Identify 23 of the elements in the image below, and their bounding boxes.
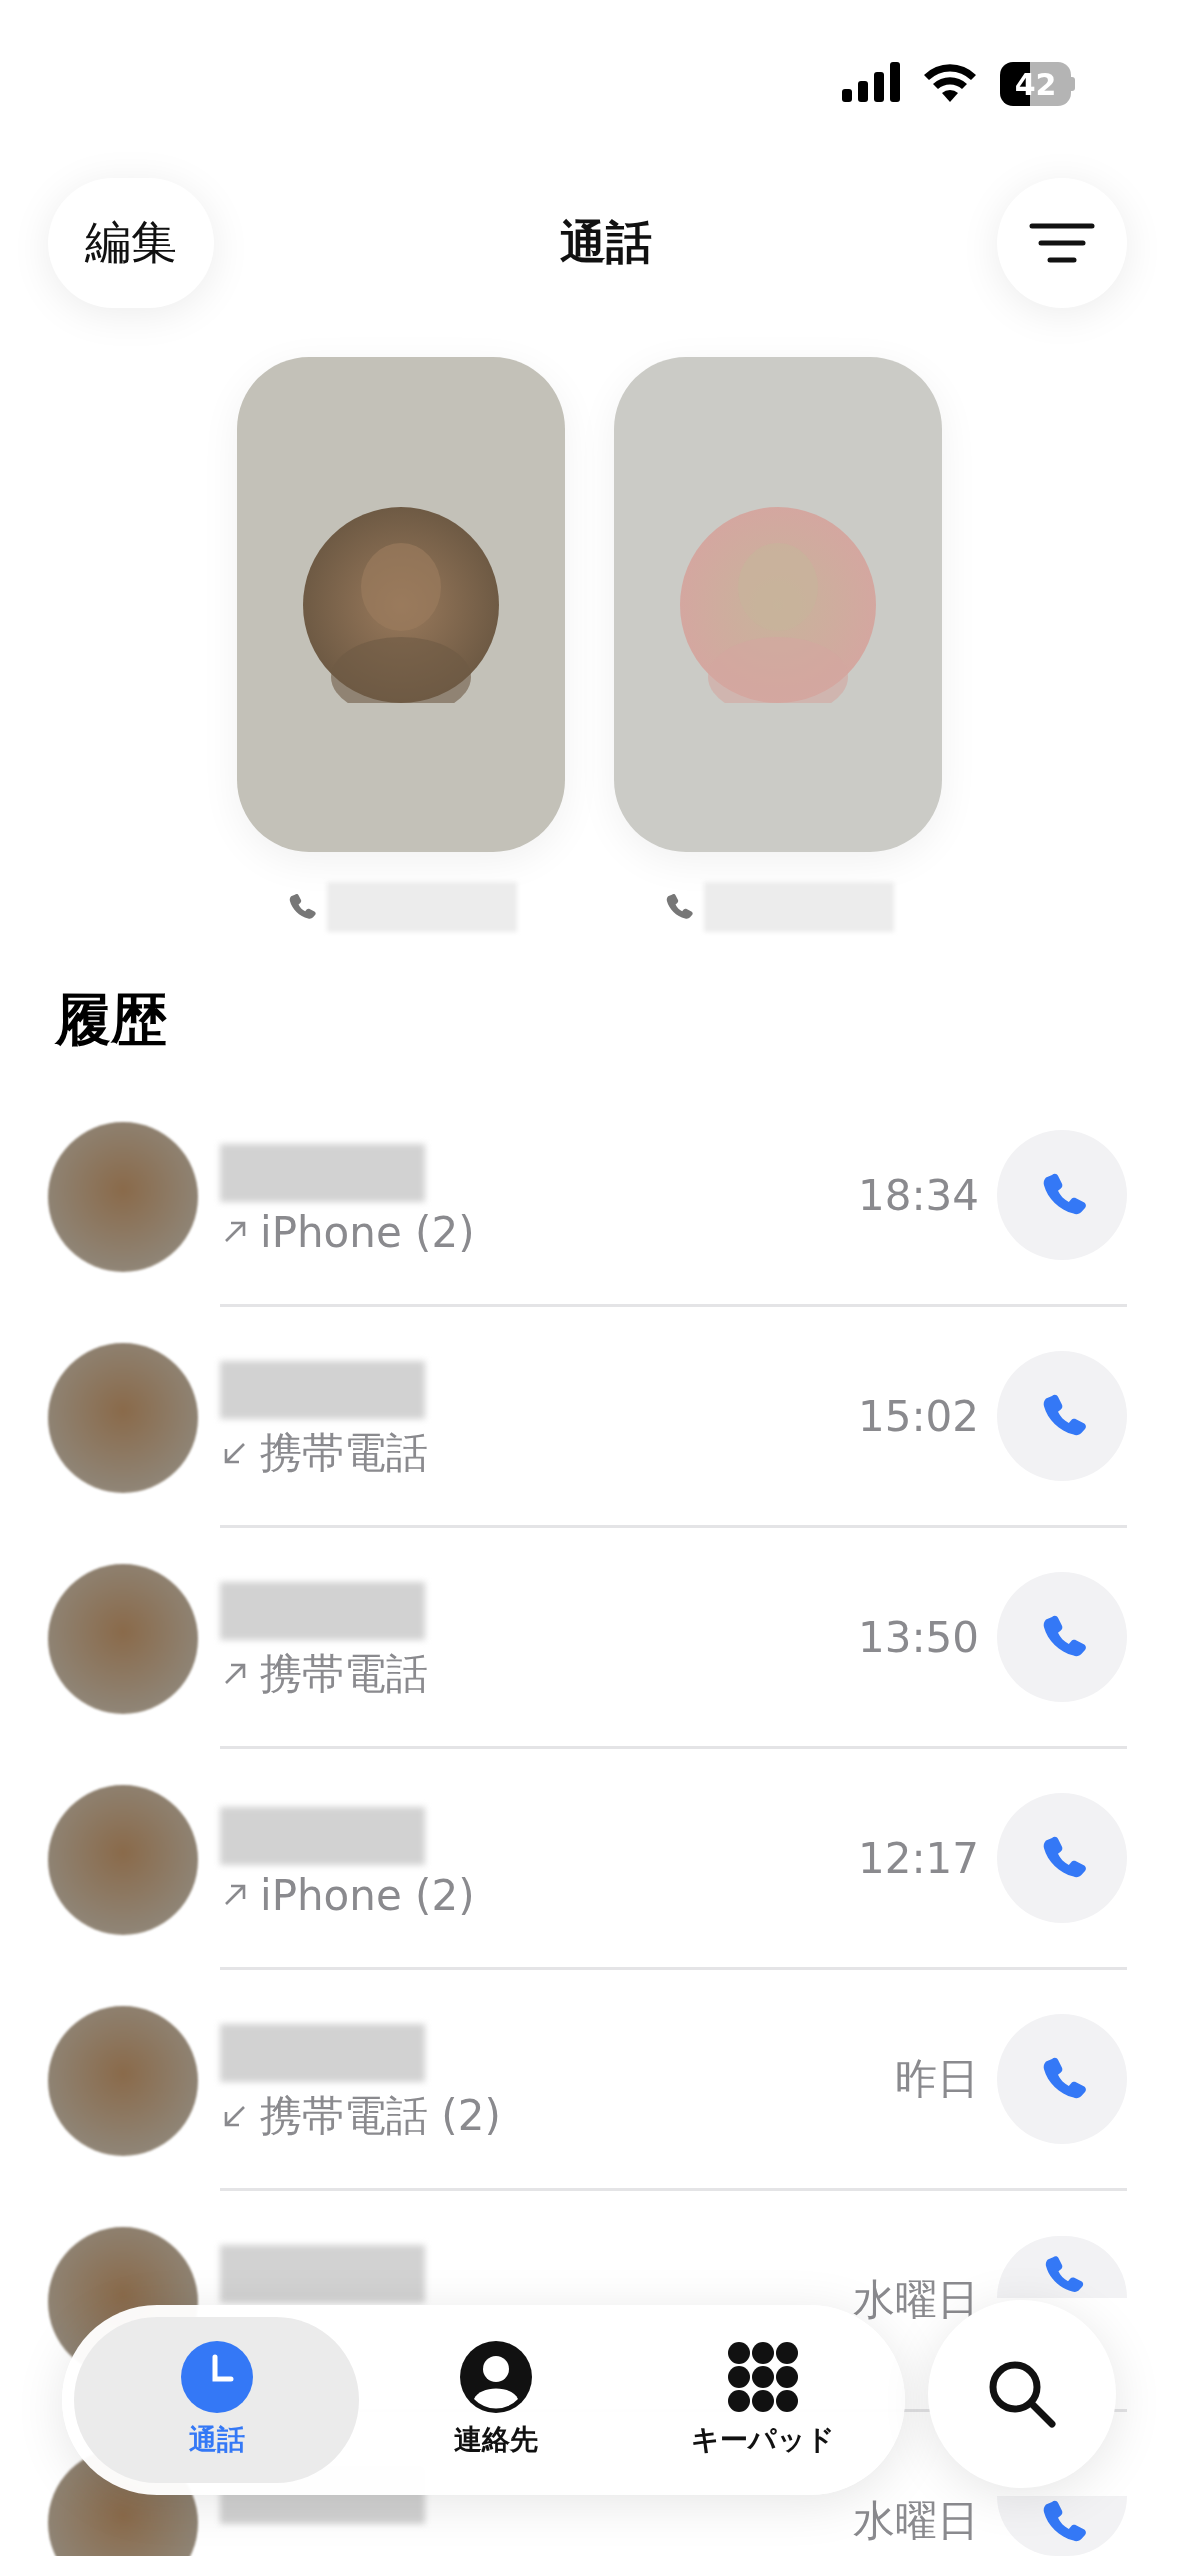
call-type: iPhone (2) xyxy=(260,1870,475,1920)
call-time: 12:17 xyxy=(857,1833,979,1883)
contact-card[interactable] xyxy=(237,357,565,852)
call-time: 13:50 xyxy=(857,1612,979,1662)
call-type: 携帯電話 xyxy=(260,1427,428,1479)
tab[interactable]: 連絡先 xyxy=(365,2317,626,2483)
clock-icon xyxy=(180,2341,253,2413)
person-icon xyxy=(459,2341,532,2413)
call-type: 携帯電話 (2) xyxy=(260,2090,501,2142)
call-time: 18:34 xyxy=(857,1170,979,1220)
wifi-icon xyxy=(924,62,976,102)
filter-icon xyxy=(1029,222,1095,264)
section-heading: 履歴 xyxy=(55,986,168,1054)
call-type: iPhone (2) xyxy=(260,1207,475,1257)
call-time: 水曜日 xyxy=(853,2495,979,2547)
call-type: 携帯電話 xyxy=(260,1648,428,1700)
call-time: 昨日 xyxy=(895,2053,979,2105)
edit-button[interactable]: 編集 xyxy=(48,178,214,308)
call-time: 水曜日 xyxy=(853,2274,979,2326)
call-time: 15:02 xyxy=(857,1391,979,1441)
screen-title: 通話 xyxy=(559,214,652,271)
keypad-icon xyxy=(726,2341,799,2413)
signal-icon xyxy=(842,62,900,102)
